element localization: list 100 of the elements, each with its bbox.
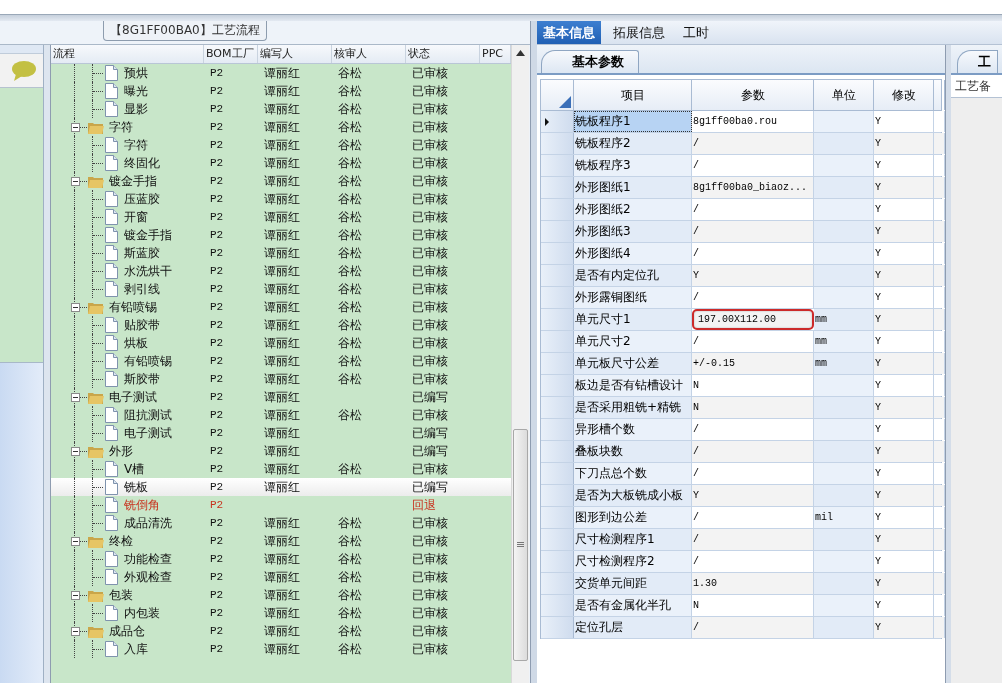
tree-row[interactable]: 电子测试 P2 谭丽红 已编写 <box>51 424 511 442</box>
row-indicator[interactable] <box>541 287 574 308</box>
value-cell: 8g1ff00ba0_biaoz... <box>692 177 814 198</box>
row-indicator[interactable] <box>541 353 574 374</box>
tab[interactable]: 基本信息 <box>537 21 601 44</box>
tree-row[interactable]: 外观检查 P2 谭丽红 谷松 已审核 <box>51 568 511 586</box>
status-cell: 已审核 <box>412 138 448 152</box>
splitter-bar[interactable] <box>44 45 51 683</box>
tree-row[interactable]: 终检 P2 谭丽红 谷松 已审核 <box>51 532 511 550</box>
tree-row[interactable]: 功能检查 P2 谭丽红 谷松 已审核 <box>51 550 511 568</box>
scroll-thumb[interactable] <box>513 429 528 661</box>
value-cell: 1.30 <box>692 573 814 594</box>
row-indicator[interactable] <box>541 199 574 220</box>
subtab[interactable]: 工 <box>957 50 998 73</box>
row-indicator[interactable] <box>541 243 574 264</box>
tree-row[interactable]: 内包装 P2 谭丽红 谷松 已审核 <box>51 604 511 622</box>
tree-row[interactable]: 入库 P2 谭丽红 谷松 已审核 <box>51 640 511 658</box>
factory-cell-text: P2 <box>209 318 225 333</box>
item-cell: 单元尺寸2 <box>574 331 692 352</box>
tree-row[interactable]: 外形 P2 谭丽红 已编写 <box>51 442 511 460</box>
row-indicator[interactable] <box>541 485 574 506</box>
tree-row[interactable]: 成品仓 P2 谭丽红 谷松 已审核 <box>51 622 511 640</box>
tree-row[interactable]: 水洗烘干 P2 谭丽红 谷松 已审核 <box>51 262 511 280</box>
tree-row[interactable]: 开窗 P2 谭丽红 谷松 已审核 <box>51 208 511 226</box>
collapse-toggle[interactable] <box>71 123 80 132</box>
step-name: 压蓝胶 <box>124 190 160 208</box>
column-header[interactable]: 核审人 <box>332 45 406 63</box>
row-indicator[interactable] <box>541 133 574 154</box>
value-cell: Y <box>692 485 814 506</box>
tree-row[interactable]: 贴胶带 P2 谭丽红 谷松 已审核 <box>51 316 511 334</box>
column-header[interactable]: BOM工厂 <box>204 45 258 63</box>
tree-row[interactable]: 包装 P2 谭丽红 谷松 已审核 <box>51 586 511 604</box>
status-cell: 已审核 <box>412 336 448 350</box>
status-cell: 已审核 <box>412 570 448 584</box>
tree-row[interactable]: 曝光 P2 谭丽红 谷松 已审核 <box>51 82 511 100</box>
row-indicator[interactable] <box>541 331 574 352</box>
item-cell: 铣板程序2 <box>574 133 692 154</box>
tree-row[interactable]: 有铅喷锡 P2 谭丽红 谷松 已审核 <box>51 352 511 370</box>
tree-row[interactable]: 显影 P2 谭丽红 谷松 已审核 <box>51 100 511 118</box>
collapse-toggle[interactable] <box>71 177 80 186</box>
speech-bubble-icon[interactable] <box>11 59 37 82</box>
column-header[interactable]: 流程 <box>51 45 204 63</box>
tree-row[interactable]: 成品清洗 P2 谭丽红 谷松 已审核 <box>51 514 511 532</box>
tree-row[interactable]: 字符 P2 谭丽红 谷松 已审核 <box>51 118 511 136</box>
column-header[interactable]: 状态 <box>406 45 480 63</box>
tree-row[interactable]: 铣板 P2 谭丽红 已编写 <box>51 478 511 496</box>
tab[interactable]: 工时 <box>677 21 715 44</box>
tree-row[interactable]: 有铅喷锡 P2 谭丽红 谷松 已审核 <box>51 298 511 316</box>
column-header[interactable]: 单位 <box>814 80 874 110</box>
tree-row[interactable]: 终固化 P2 谭丽红 谷松 已审核 <box>51 154 511 172</box>
column-header[interactable]: 参数 <box>692 80 814 110</box>
modify-cell: Y <box>874 111 934 132</box>
tree-row[interactable]: 斯胶带 P2 谭丽红 谷松 已审核 <box>51 370 511 388</box>
tree-row[interactable]: 剥引线 P2 谭丽红 谷松 已审核 <box>51 280 511 298</box>
row-indicator[interactable] <box>541 617 574 638</box>
splitter-bar[interactable] <box>530 21 537 683</box>
tree-row[interactable]: 镀金手指 P2 谭丽红 谷松 已审核 <box>51 172 511 190</box>
tree-row[interactable]: 预烘 P2 谭丽红 谷松 已审核 <box>51 64 511 82</box>
row-indicator[interactable] <box>541 375 574 396</box>
row-indicator[interactable] <box>541 595 574 616</box>
tree-row[interactable]: 镀金手指 P2 谭丽红 谷松 已审核 <box>51 226 511 244</box>
folder-icon <box>88 445 104 458</box>
row-indicator[interactable] <box>541 155 574 176</box>
column-header[interactable]: 编写人 <box>258 45 332 63</box>
tree-row[interactable]: 电子测试 P2 谭丽红 已编写 <box>51 388 511 406</box>
tree-row[interactable]: 斯蓝胶 P2 谭丽红 谷松 已审核 <box>51 244 511 262</box>
tree-row[interactable]: 字符 P2 谭丽红 谷松 已审核 <box>51 136 511 154</box>
row-indicator[interactable] <box>541 111 574 132</box>
splitter-bar[interactable] <box>946 45 951 683</box>
tree-row[interactable]: 阻抗测试 P2 谭丽红 谷松 已审核 <box>51 406 511 424</box>
collapse-toggle[interactable] <box>71 303 80 312</box>
column-header[interactable]: 修改 <box>874 80 934 110</box>
value-cell: 8g1ff00ba0.rou <box>692 111 814 132</box>
collapse-toggle[interactable] <box>71 627 80 636</box>
collapse-toggle[interactable] <box>71 393 80 402</box>
splitter-bar[interactable] <box>0 14 1002 21</box>
status-cell: 已审核 <box>412 120 448 134</box>
tree-row[interactable]: 烘板 P2 谭丽红 谷松 已审核 <box>51 334 511 352</box>
row-indicator[interactable] <box>541 419 574 440</box>
row-indicator[interactable] <box>541 573 574 594</box>
row-indicator[interactable] <box>541 177 574 198</box>
row-indicator[interactable] <box>541 507 574 528</box>
tree-row[interactable]: 铣倒角 P2 回退 <box>51 496 511 514</box>
row-indicator[interactable] <box>541 265 574 286</box>
row-indicator[interactable] <box>541 529 574 550</box>
row-indicator[interactable] <box>541 309 574 330</box>
row-indicator[interactable] <box>541 221 574 242</box>
collapse-toggle[interactable] <box>71 537 80 546</box>
column-header[interactable]: 项目 <box>574 80 692 110</box>
collapse-toggle[interactable] <box>71 447 80 456</box>
tree-row[interactable]: 压蓝胶 P2 谭丽红 谷松 已审核 <box>51 190 511 208</box>
collapse-toggle[interactable] <box>71 591 80 600</box>
row-indicator[interactable] <box>541 551 574 572</box>
scrollbar[interactable] <box>511 45 529 683</box>
tab[interactable]: 拓展信息 <box>607 21 671 44</box>
row-indicator[interactable] <box>541 441 574 462</box>
subtab[interactable]: 基本参数 <box>541 50 639 73</box>
row-indicator[interactable] <box>541 397 574 418</box>
row-indicator[interactable] <box>541 463 574 484</box>
up-arrow-icon[interactable] <box>516 50 525 56</box>
